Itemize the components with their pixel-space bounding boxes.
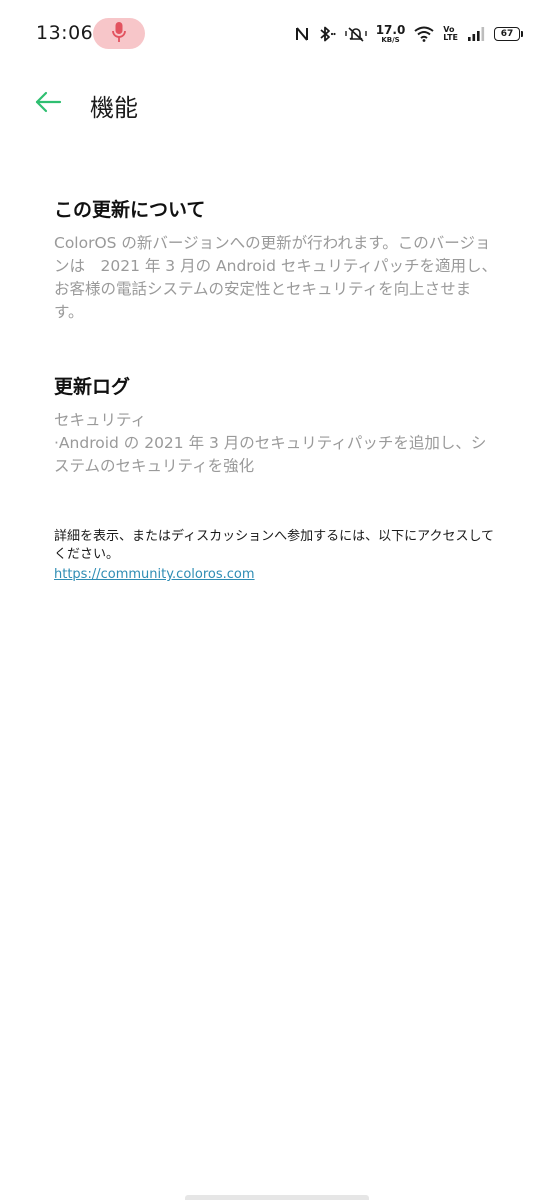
nfc-icon [295, 26, 309, 42]
battery-indicator: 67 [494, 27, 523, 41]
about-section: この更新について ColorOS の新バージョンへの更新が行われます。このバージ… [54, 195, 500, 324]
changelog-section: 更新ログ セキュリティ ·Android の 2021 年 3 月のセキュリティ… [54, 372, 500, 478]
about-body: ColorOS の新バージョンへの更新が行われます。このバージョンは 2021 … [54, 234, 497, 321]
arrow-left-icon [34, 91, 62, 117]
footer-text: 詳細を表示、またはディスカッションへ参加するには、以下にアクセスしてください。 [54, 529, 495, 562]
status-bar: 13:06 17.0 KB/S Vo LTE 67 [0, 0, 554, 68]
mic-icon [112, 21, 126, 47]
network-speed-unit: KB/S [381, 36, 400, 44]
footer-note: 詳細を表示、またはディスカッションへ参加するには、以下にアクセスしてください。 … [54, 528, 500, 582]
changelog-body: セキュリティ ·Android の 2021 年 3 月のセキュリティパッチを追… [54, 411, 487, 475]
screen: 13:06 17.0 KB/S Vo LTE 67 機能 この更新について Co… [0, 0, 554, 1200]
signal-icon [467, 26, 485, 42]
mute-icon [344, 25, 367, 43]
status-time: 13:06 [36, 22, 94, 44]
volte-indicator: Vo LTE [443, 26, 458, 41]
community-link[interactable]: https://community.coloros.com [54, 567, 500, 582]
volte-bottom: LTE [443, 33, 458, 42]
wifi-icon [414, 26, 434, 42]
bluetooth-icon [318, 25, 336, 43]
page-title: 機能 [90, 94, 138, 122]
network-speed: 17.0 KB/S [376, 24, 406, 44]
app-bar: 機能 [0, 68, 554, 140]
home-indicator[interactable] [185, 1195, 369, 1200]
mic-indicator[interactable] [93, 18, 145, 49]
changelog-title: 更新ログ [54, 376, 131, 398]
network-speed-value: 17.0 [375, 23, 406, 37]
about-title: この更新について [54, 199, 206, 221]
back-button[interactable] [28, 88, 68, 120]
status-icons: 17.0 KB/S Vo LTE 67 [295, 20, 523, 48]
